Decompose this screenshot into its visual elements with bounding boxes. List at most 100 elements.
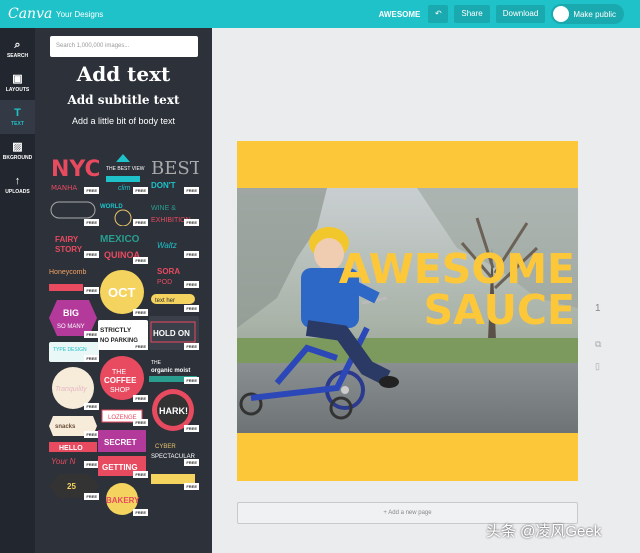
undo-button[interactable]: ↶ xyxy=(428,5,449,23)
text-template-thumb[interactable]: MEXICO QUINOA FREE xyxy=(98,230,148,264)
text-template-thumb[interactable]: HELLO Your N FREE xyxy=(49,442,99,468)
free-badge: FREE xyxy=(84,251,99,258)
layouts-icon: ▣ xyxy=(12,73,23,85)
free-badge: FREE xyxy=(184,305,199,312)
make-public-toggle[interactable]: Make public xyxy=(551,4,624,24)
design-page[interactable]: AWESOME SAUCE xyxy=(237,141,578,481)
free-badge: FREE xyxy=(133,471,148,478)
free-badge: FREE xyxy=(84,461,99,468)
text-template-column: BEST DON'T FREE WINE & EXHIBITION FREE Wal… xyxy=(149,152,202,494)
text-template-thumb[interactable]: NYC MANHA FREE xyxy=(49,152,101,194)
text-template-thumb[interactable]: WINE & EXHIBITION FREE xyxy=(149,198,199,226)
free-badge: FREE xyxy=(84,493,99,500)
free-badge: FREE xyxy=(184,483,199,490)
top-actions: AWESOME ↶ Share Download Make public xyxy=(379,4,624,24)
thumb-text-getting: GETTING xyxy=(102,463,138,472)
svg-text:COFFEE: COFFEE xyxy=(104,376,137,385)
rail-item-label: TEXT xyxy=(11,121,24,127)
design-title[interactable]: AWESOME xyxy=(379,10,421,19)
thumb-text-hold-on: HOLD ON xyxy=(153,329,190,338)
free-badge: FREE xyxy=(84,187,99,194)
text-template-thumb[interactable]: FAIRY STORY FREE xyxy=(49,230,99,258)
svg-text:CYBER: CYBER xyxy=(155,444,176,450)
free-badge: FREE xyxy=(184,343,199,350)
text-template-thumb[interactable]: THE COFFEE SHOP FREE xyxy=(98,354,148,402)
thumb-text-big: BIG xyxy=(63,308,79,318)
free-badge: FREE xyxy=(184,251,199,258)
text-template-thumb[interactable]: BEST DON'T FREE xyxy=(149,152,202,194)
your-designs-link[interactable]: Your Designs xyxy=(56,10,103,19)
add-heading-button[interactable]: Add text xyxy=(35,62,212,86)
text-template-thumb[interactable]: TYPE DESIGN FREE xyxy=(49,342,99,362)
text-template-thumb[interactable]: OCT FREE xyxy=(98,268,148,316)
thumb-text-secret: SECRET xyxy=(104,438,137,447)
rail-item-uploads[interactable]: ↑ UPLOADS xyxy=(0,168,35,202)
free-badge: FREE xyxy=(184,281,199,288)
text-template-thumb[interactable]: THE BEST VIEW clim FREE xyxy=(98,152,148,194)
text-template-thumb[interactable]: SORA POD FREE xyxy=(149,262,199,288)
tool-rail: ⌕ SEARCH ▣ LAYOUTS T TEXT ▨ BKGROUND ↑ U… xyxy=(0,28,35,553)
download-button[interactable]: Download xyxy=(495,5,546,23)
text-template-thumb[interactable]: Waltz FREE xyxy=(149,230,199,258)
page-number: 1 xyxy=(595,303,601,314)
text-template-thumb[interactable]: Tranquility FREE xyxy=(49,366,99,410)
text-template-thumb[interactable]: BIG SO MANY FREE xyxy=(49,298,99,338)
rail-item-label: SEARCH xyxy=(6,53,29,59)
svg-text:THE: THE xyxy=(112,369,126,376)
text-template-thumb[interactable]: HOLD ON FREE xyxy=(149,316,199,350)
text-template-thumb[interactable]: FREE xyxy=(49,198,99,226)
text-template-thumb[interactable]: STRICTLY NO PARKING FREE xyxy=(98,320,148,350)
svg-text:SO MANY: SO MANY xyxy=(57,324,85,330)
text-template-column: NYC MANHA FREE FREE FAIRY STORY FREE Honey… xyxy=(49,152,101,504)
svg-text:organic moist: organic moist xyxy=(151,368,190,374)
svg-text:STRICTLY: STRICTLY xyxy=(100,327,132,334)
thumb-text-mexico: MEXICO xyxy=(100,234,140,245)
svg-text:POD: POD xyxy=(157,279,172,286)
toggle-knob xyxy=(553,6,570,22)
headline-text-element[interactable]: AWESOME SAUCE xyxy=(237,141,578,481)
rail-item-text[interactable]: T TEXT xyxy=(0,100,35,134)
text-template-thumb[interactable]: HARK! FREE xyxy=(149,388,199,432)
svg-text:SORA: SORA xyxy=(157,267,180,276)
free-badge: FREE xyxy=(133,509,148,516)
svg-text:STORY: STORY xyxy=(55,245,83,254)
text-template-thumb[interactable]: THE organic moist FREE xyxy=(149,354,199,384)
svg-text:THE: THE xyxy=(151,360,162,366)
text-template-thumb[interactable]: LOZENGE FREE xyxy=(98,406,148,426)
svg-text:THE BEST VIEW: THE BEST VIEW xyxy=(106,166,145,172)
free-badge: FREE xyxy=(133,343,148,350)
svg-text:clim: clim xyxy=(118,185,131,192)
rail-item-search[interactable]: ⌕ SEARCH xyxy=(0,32,35,66)
make-public-label: Make public xyxy=(573,9,616,19)
add-subheading-button[interactable]: Add subtitle text xyxy=(35,93,212,107)
text-template-thumb[interactable]: CYBER SPECTACULAR FREE xyxy=(149,436,199,466)
svg-text:SHOP: SHOP xyxy=(110,387,130,394)
trash-icon[interactable]: ▯ xyxy=(595,361,600,372)
text-template-thumb[interactable]: FREE xyxy=(149,470,199,490)
thumb-text-oct: OCT xyxy=(108,285,136,300)
rail-item-background[interactable]: ▨ BKGROUND xyxy=(0,134,35,168)
image-search-input[interactable]: Search 1,000,000 images... xyxy=(50,36,198,57)
background-icon: ▨ xyxy=(12,141,23,153)
text-template-thumb[interactable]: BAKERY FREE xyxy=(98,482,148,516)
canva-logo[interactable]: Canva xyxy=(8,6,56,22)
text-template-thumb[interactable]: SECRET GETTING FREE xyxy=(98,430,148,478)
svg-text:text her: text her xyxy=(155,298,175,304)
text-template-thumb[interactable]: 25 FREE xyxy=(49,472,99,500)
free-badge: FREE xyxy=(84,355,99,362)
rail-item-label: BKGROUND xyxy=(2,155,33,161)
free-badge: FREE xyxy=(84,287,99,294)
copy-icon[interactable]: ⧉ xyxy=(595,339,601,350)
free-badge: FREE xyxy=(133,257,148,264)
rail-item-layouts[interactable]: ▣ LAYOUTS xyxy=(0,66,35,100)
undo-icon: ↶ xyxy=(435,9,442,18)
thumb-text-nyc: NYC xyxy=(51,157,99,182)
text-template-thumb[interactable]: text her FREE xyxy=(149,292,199,312)
svg-text:snacks: snacks xyxy=(55,424,76,430)
add-body-text-button[interactable]: Add a little bit of body text xyxy=(35,116,212,126)
text-template-thumb[interactable]: WORLD FREE xyxy=(98,198,148,227)
text-template-thumb[interactable]: Honeycomb FREE xyxy=(49,262,99,294)
text-template-thumb[interactable]: snacks FREE xyxy=(49,414,99,438)
share-button[interactable]: Share xyxy=(454,5,490,23)
watermark-text: 头条 @凌风Geek xyxy=(486,523,602,540)
